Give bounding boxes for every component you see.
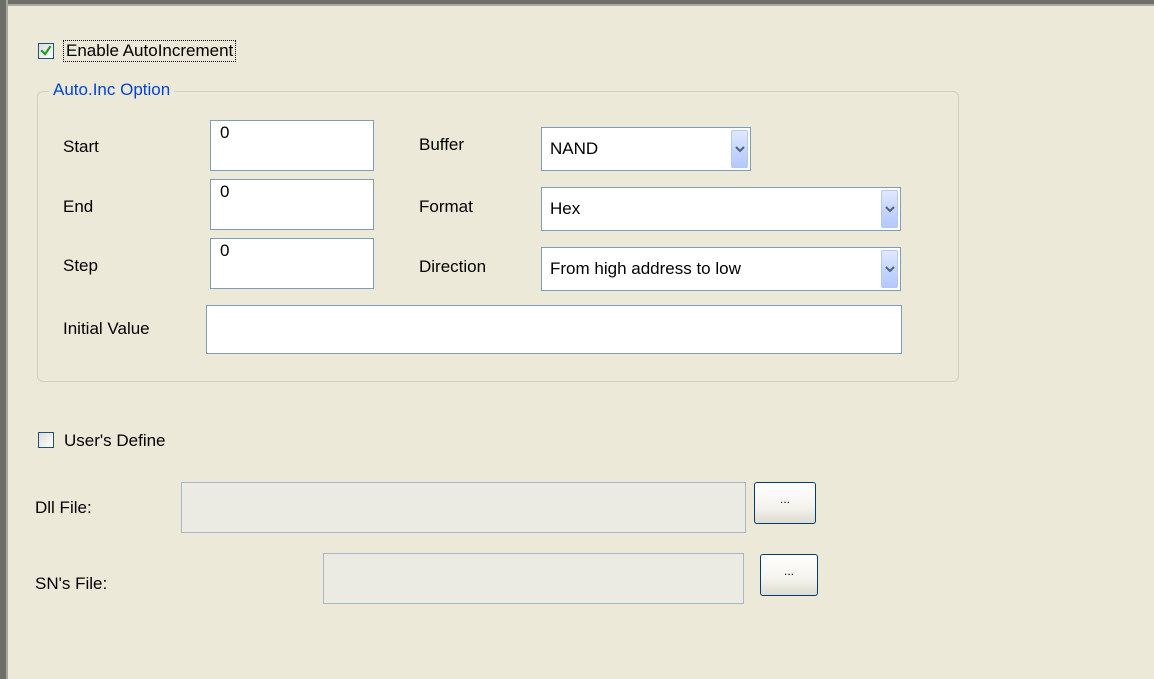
end-label: End [63,197,94,216]
buffer-label: Buffer [419,135,465,154]
buffer-dropdown-button[interactable] [731,130,748,168]
enable-autoincrement-checkbox[interactable] [38,43,54,59]
window-left-border [0,0,8,679]
start-input[interactable]: 0 [210,120,374,171]
users-define-checkbox[interactable] [38,432,54,448]
dll-file-browse-button[interactable]: ... [754,482,816,524]
step-input[interactable]: 0 [210,238,374,289]
direction-selected-value: From high address to low [550,259,741,278]
chevron-down-icon [884,266,895,273]
dll-file-input[interactable] [181,482,746,533]
chevron-down-icon [734,146,745,153]
auto-inc-option-title: Auto.Inc Option [49,80,175,100]
format-select[interactable]: Hex [541,187,901,231]
dll-file-label: Dll File: [35,498,92,517]
window-top-border [8,0,1154,6]
end-input[interactable]: 0 [210,179,374,230]
format-selected-value: Hex [550,199,581,218]
direction-label: Direction [419,257,487,276]
step-label: Step [63,256,98,275]
sn-file-browse-button[interactable]: ... [760,554,818,596]
direction-select[interactable]: From high address to low [541,247,901,291]
direction-dropdown-button[interactable] [881,250,898,288]
format-dropdown-button[interactable] [881,190,898,228]
sn-file-input[interactable] [323,553,744,604]
enable-autoincrement-label[interactable]: Enable AutoIncrement [62,40,237,62]
format-label: Format [419,197,473,216]
chevron-down-icon [884,206,895,213]
start-label: Start [63,137,99,156]
buffer-selected-value: NAND [550,139,599,158]
initial-value-label: Initial Value [63,319,150,338]
checkmark-icon [40,45,52,56]
users-define-label[interactable]: User's Define [64,431,166,451]
buffer-select[interactable]: NAND [541,127,751,171]
sn-file-label: SN's File: [35,574,108,593]
initial-value-input[interactable] [206,305,902,354]
